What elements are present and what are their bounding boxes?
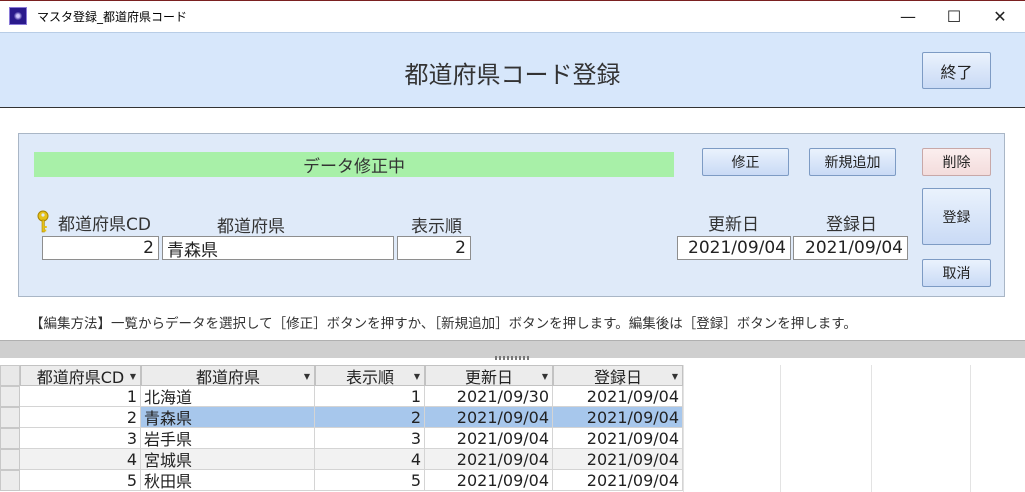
cell-prefecture[interactable]: 秋田県: [141, 470, 315, 491]
cell-updated[interactable]: 2021/09/04: [425, 407, 553, 428]
row-selector[interactable]: [0, 428, 20, 449]
key-icon: [37, 210, 49, 233]
instruction-text: 【編集方法】一覧からデータを選択して［修正］ボタンを押すか、［新規追加］ボタンを…: [30, 316, 857, 332]
label-prefecture: 都道府県: [217, 217, 285, 237]
grid-empty-column: [970, 365, 971, 492]
close-icon[interactable]: ✕: [977, 0, 1023, 32]
row-selector[interactable]: [0, 386, 20, 407]
cell-display-order[interactable]: 1: [315, 386, 425, 407]
app-icon: [9, 7, 27, 25]
cell-display-order[interactable]: 2: [315, 407, 425, 428]
row-selector[interactable]: [0, 449, 20, 470]
sort-dropdown-icon[interactable]: ▼: [542, 372, 548, 381]
updated-date-field: 2021/09/04: [677, 236, 791, 260]
cancel-button[interactable]: 取消: [922, 259, 991, 287]
cell-created[interactable]: 2021/09/04: [553, 386, 683, 407]
column-header-prefecture[interactable]: 都道府県 ▼: [141, 365, 315, 387]
row-selector[interactable]: [0, 407, 20, 428]
cell-updated[interactable]: 2021/09/04: [425, 449, 553, 470]
cell-prefecture[interactable]: 北海道: [141, 386, 315, 407]
cell-updated[interactable]: 2021/09/04: [425, 428, 553, 449]
prefecture-name-field[interactable]: 青森県: [162, 236, 394, 261]
grid-empty-column: [871, 365, 872, 492]
cell-updated[interactable]: 2021/09/30: [425, 386, 553, 407]
page-title: 都道府県コード登録: [404, 61, 621, 89]
cell-display-order[interactable]: 4: [315, 449, 425, 470]
cell-created[interactable]: 2021/09/04: [553, 449, 683, 470]
label-created-date: 登録日: [826, 215, 877, 235]
status-banner: データ修正中: [34, 152, 674, 177]
cell-cd[interactable]: 4: [20, 449, 141, 470]
maximize-icon[interactable]: ☐: [931, 0, 977, 32]
cell-cd[interactable]: 3: [20, 428, 141, 449]
cell-created[interactable]: 2021/09/04: [553, 470, 683, 491]
register-button[interactable]: 登録: [922, 188, 991, 245]
cell-display-order[interactable]: 3: [315, 428, 425, 449]
grid-empty-column: [780, 365, 781, 492]
cell-prefecture[interactable]: 宮城県: [141, 449, 315, 470]
minimize-icon[interactable]: —: [885, 0, 931, 32]
column-header-cd[interactable]: 都道府県CD ▼: [20, 365, 141, 387]
cell-cd[interactable]: 2: [20, 407, 141, 428]
cell-cd[interactable]: 1: [20, 386, 141, 407]
sort-dropdown-icon[interactable]: ▼: [414, 372, 420, 381]
grid-select-all[interactable]: [0, 365, 20, 386]
created-date-field: 2021/09/04: [793, 236, 908, 260]
window-title: マスタ登録_都道府県コード: [37, 10, 188, 24]
column-header-created[interactable]: 登録日 ▼: [553, 365, 683, 387]
row-selector[interactable]: [0, 470, 20, 491]
add-new-button[interactable]: 新規追加: [809, 148, 896, 176]
prefecture-cd-field[interactable]: 2: [42, 236, 159, 260]
edit-button[interactable]: 修正: [702, 148, 789, 176]
sort-dropdown-icon[interactable]: ▼: [304, 372, 310, 381]
cell-created[interactable]: 2021/09/04: [553, 407, 683, 428]
cell-prefecture[interactable]: 岩手県: [141, 428, 315, 449]
column-header-display-order[interactable]: 表示順 ▼: [315, 365, 425, 387]
column-header-updated[interactable]: 更新日 ▼: [425, 365, 553, 387]
cell-updated[interactable]: 2021/09/04: [425, 470, 553, 491]
grid-empty-column: [683, 365, 684, 492]
label-prefecture-cd: 都道府県CD: [58, 215, 151, 235]
delete-button[interactable]: 削除: [922, 148, 991, 176]
cell-cd[interactable]: 5: [20, 470, 141, 491]
label-updated-date: 更新日: [708, 215, 759, 235]
sort-dropdown-icon[interactable]: ▼: [130, 372, 136, 381]
cell-created[interactable]: 2021/09/04: [553, 428, 683, 449]
cell-prefecture[interactable]: 青森県: [141, 407, 315, 428]
label-display-order: 表示順: [411, 217, 462, 237]
exit-button[interactable]: 終了: [922, 52, 991, 89]
sort-dropdown-icon[interactable]: ▼: [672, 372, 678, 381]
cell-display-order[interactable]: 5: [315, 470, 425, 491]
display-order-field[interactable]: 2: [397, 236, 471, 260]
